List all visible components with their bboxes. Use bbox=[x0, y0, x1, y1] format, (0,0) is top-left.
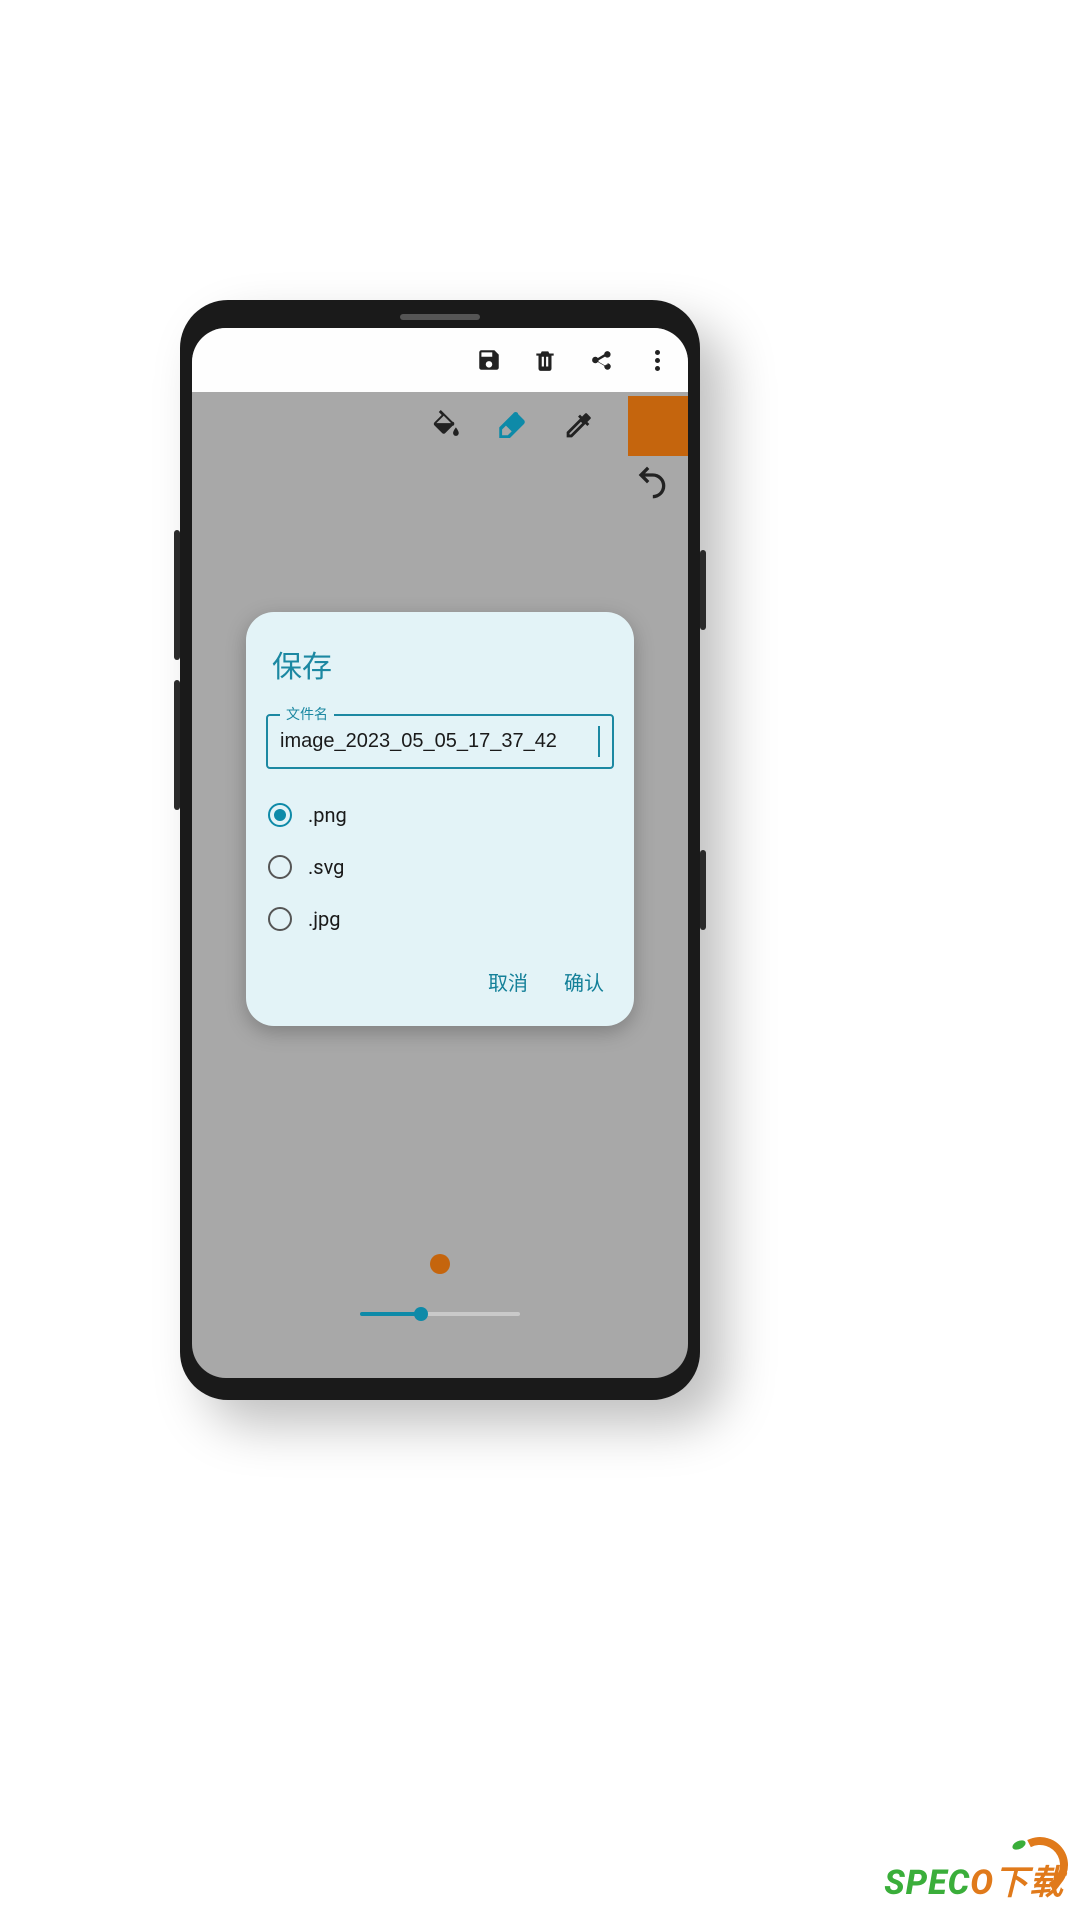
watermark-text: SPEC bbox=[884, 1863, 970, 1903]
watermark-logo: SPECO下载 bbox=[884, 1855, 1064, 1904]
side-button bbox=[700, 850, 706, 930]
eraser-tool-icon[interactable] bbox=[492, 406, 532, 446]
volume-button bbox=[174, 530, 180, 660]
undo-row bbox=[192, 460, 688, 504]
share-icon[interactable] bbox=[588, 347, 614, 373]
dialog-actions: 取消 确认 bbox=[246, 949, 634, 1016]
delete-icon[interactable] bbox=[532, 347, 558, 373]
radio-icon bbox=[268, 803, 292, 827]
fill-tool-icon[interactable] bbox=[426, 406, 466, 446]
filename-field-wrap: 文件名 bbox=[266, 714, 614, 769]
brush-preview-dot bbox=[430, 1254, 450, 1274]
save-dialog: 保存 文件名 .png .svg .jpg bbox=[246, 612, 634, 1026]
text-cursor bbox=[598, 726, 600, 757]
radio-icon bbox=[268, 855, 292, 879]
tool-row bbox=[192, 392, 688, 460]
save-icon[interactable] bbox=[476, 347, 502, 373]
action-bar bbox=[192, 328, 688, 392]
eyedropper-tool-icon[interactable] bbox=[558, 406, 598, 446]
screen: 保存 文件名 .png .svg .jpg bbox=[192, 328, 688, 1378]
cancel-button[interactable]: 取消 bbox=[488, 967, 528, 996]
undo-icon[interactable] bbox=[632, 460, 672, 504]
format-label: .svg bbox=[308, 855, 344, 879]
overflow-menu-icon[interactable] bbox=[644, 347, 670, 373]
confirm-button[interactable]: 确认 bbox=[564, 967, 604, 996]
format-radio-group: .png .svg .jpg bbox=[246, 775, 634, 949]
format-label: .png bbox=[308, 803, 347, 827]
dialog-title: 保存 bbox=[246, 642, 634, 700]
format-label: .jpg bbox=[308, 907, 341, 931]
format-option-svg[interactable]: .svg bbox=[268, 841, 612, 893]
radio-icon bbox=[268, 907, 292, 931]
volume-button bbox=[174, 680, 180, 810]
color-swatch[interactable] bbox=[628, 396, 688, 456]
phone-frame: 保存 文件名 .png .svg .jpg bbox=[180, 300, 700, 1400]
power-button bbox=[700, 550, 706, 630]
brush-size-slider[interactable] bbox=[360, 1312, 520, 1316]
format-option-png[interactable]: .png bbox=[268, 789, 612, 841]
filename-label: 文件名 bbox=[280, 704, 334, 724]
format-option-jpg[interactable]: .jpg bbox=[268, 893, 612, 945]
